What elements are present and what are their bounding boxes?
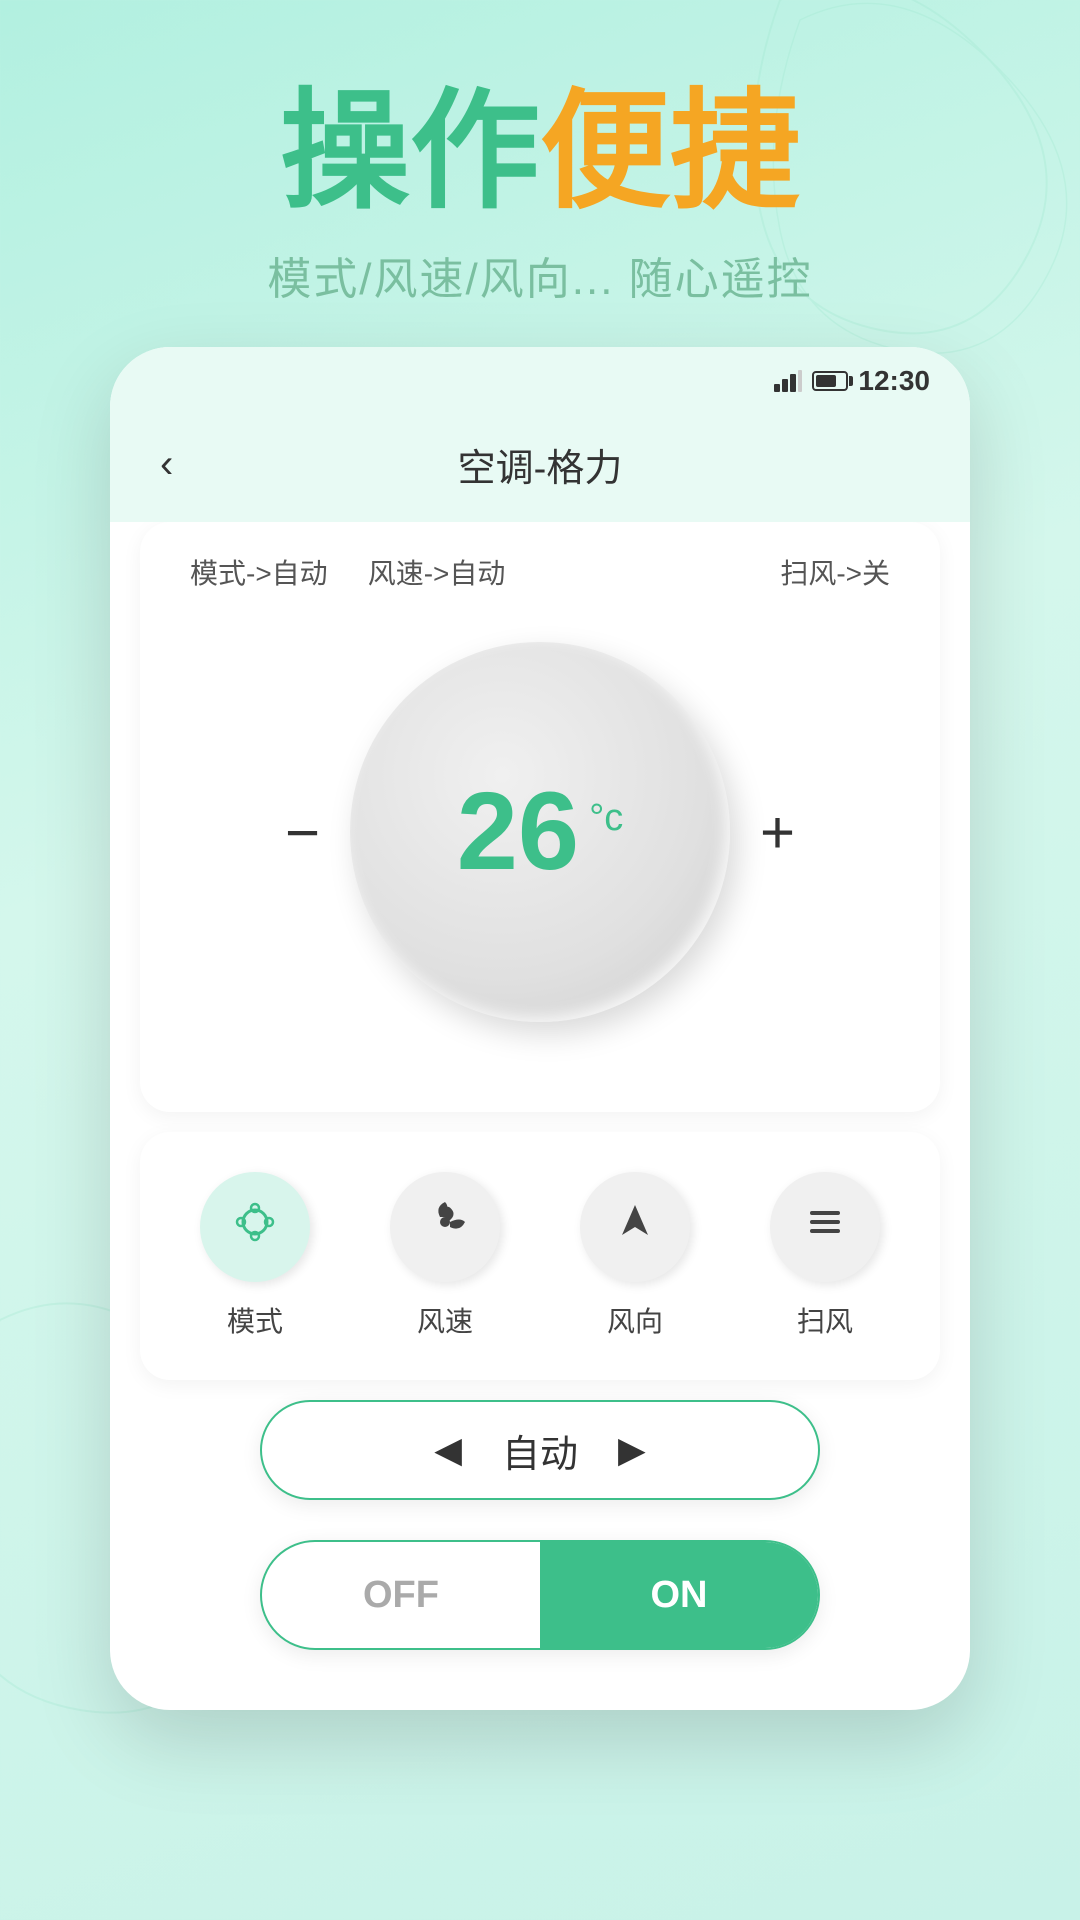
battery-icon — [812, 371, 848, 391]
toggle-off-label[interactable]: OFF — [262, 1554, 540, 1637]
mode-selector[interactable]: ◀ 自动 ▶ — [260, 1400, 820, 1500]
sweep-status: 扫风->关 — [780, 552, 890, 592]
sweep-label: 扫风 — [797, 1300, 853, 1340]
toggle-on-label[interactable]: ON — [540, 1542, 818, 1648]
direction-icon-circle — [580, 1172, 690, 1282]
fan-icon — [420, 1197, 470, 1258]
mode-current-text: 自动 — [502, 1423, 578, 1478]
mode-icon — [230, 1197, 280, 1258]
status-bar: 12:30 — [110, 347, 970, 407]
status-icons: 12:30 — [774, 365, 930, 397]
ac-status-row: 模式->自动 风速->自动 扫风->关 — [190, 552, 890, 592]
temp-plus-button[interactable]: + — [730, 798, 825, 867]
sweep-button[interactable]: 扫风 — [770, 1172, 880, 1340]
temp-dial: 26 °c — [350, 642, 730, 1022]
fan-icon-circle — [390, 1172, 500, 1282]
fan-speed-button[interactable]: 风速 — [390, 1172, 500, 1340]
signal-icon — [774, 370, 802, 392]
app-header: ‹ 空调-格力 — [110, 407, 970, 522]
temp-unit: °c — [589, 797, 623, 840]
ac-status-left: 模式->自动 风速->自动 — [190, 552, 505, 592]
temp-display: 26 °c — [457, 777, 624, 887]
app-title: 空调-格力 — [458, 437, 623, 492]
hero-section: 操作便捷 模式/风速/风向... 随心遥控 — [0, 0, 1080, 347]
wind-direction-button[interactable]: 风向 — [580, 1172, 690, 1340]
mode-status: 模式->自动 — [190, 552, 328, 592]
mode-label: 模式 — [227, 1300, 283, 1340]
wind-status: 风速->自动 — [368, 552, 506, 592]
control-buttons: 模式 风速 — [140, 1132, 940, 1380]
back-button[interactable]: ‹ — [160, 442, 173, 487]
power-toggle[interactable]: OFF ON — [260, 1540, 820, 1650]
ac-panel: 模式->自动 风速->自动 扫风->关 − 26 °c + — [140, 522, 940, 1112]
phone-mockup: 12:30 ‹ 空调-格力 模式->自动 风速->自动 扫风->关 − 26 °… — [110, 347, 970, 1710]
status-time: 12:30 — [858, 365, 930, 397]
temp-minus-button[interactable]: − — [255, 798, 350, 867]
wind-direction-label: 风向 — [607, 1300, 663, 1340]
hero-subtitle: 模式/风速/风向... 随心遥控 — [0, 243, 1080, 307]
sweep-icon-circle — [770, 1172, 880, 1282]
mode-button[interactable]: 模式 — [200, 1172, 310, 1340]
temp-dial-container: − 26 °c + — [190, 622, 890, 1062]
temp-value: 26 — [457, 777, 579, 887]
direction-icon — [610, 1197, 660, 1258]
hero-title-orange: 便捷 — [540, 78, 800, 224]
mode-next-arrow[interactable]: ▶ — [618, 1429, 646, 1471]
mode-icon-circle — [200, 1172, 310, 1282]
sweep-icon — [800, 1197, 850, 1258]
mode-prev-arrow[interactable]: ◀ — [434, 1429, 462, 1471]
fan-speed-label: 风速 — [417, 1300, 473, 1340]
hero-title: 操作便捷 — [0, 80, 1080, 223]
hero-title-green: 操作 — [280, 78, 540, 224]
